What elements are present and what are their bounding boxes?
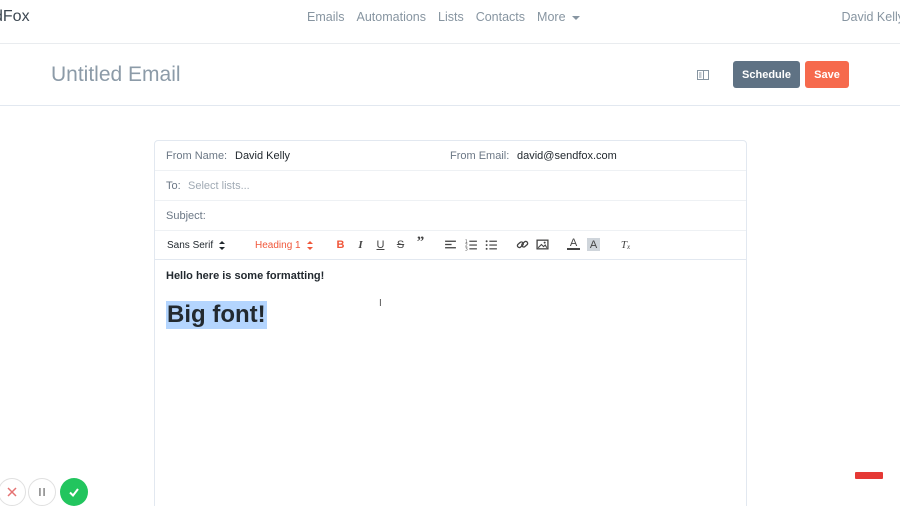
heading-select[interactable]: Heading 1: [255, 240, 313, 251]
image-icon[interactable]: [536, 238, 549, 251]
bullet-list-icon[interactable]: [485, 238, 498, 251]
editor-heading-selected: Big font!: [166, 301, 267, 329]
select-arrows-icon: [219, 241, 226, 250]
font-select[interactable]: Sans Serif: [167, 240, 226, 251]
subject-input[interactable]: [215, 210, 735, 224]
pause-button[interactable]: [28, 478, 56, 506]
email-body-editor[interactable]: Hello here is some formatting! Big font!…: [155, 261, 746, 506]
italic-icon[interactable]: I: [354, 238, 367, 251]
page-title[interactable]: Untitled Email: [51, 63, 181, 87]
from-name-label: From Name:: [166, 150, 228, 162]
bold-icon[interactable]: B: [334, 238, 347, 251]
page-header: Untitled Email Schedule Save: [0, 44, 900, 106]
from-email-field[interactable]: david@sendfox.com: [517, 150, 617, 162]
user-menu[interactable]: David Kelly: [841, 10, 900, 24]
preview-icon[interactable]: [697, 70, 709, 80]
text-color-icon[interactable]: A: [567, 237, 580, 250]
subscribe-badge-icon[interactable]: [855, 472, 883, 479]
clear-format-icon[interactable]: Tx: [619, 238, 632, 252]
from-name-field[interactable]: David Kelly: [235, 150, 290, 162]
confirm-button[interactable]: [60, 478, 88, 506]
nav-link-automations[interactable]: Automations: [357, 10, 426, 24]
svg-text:3: 3: [465, 246, 468, 251]
save-button[interactable]: Save: [805, 61, 849, 88]
chevron-down-icon: [571, 15, 580, 20]
to-lists-select[interactable]: Select lists...: [188, 180, 250, 192]
top-nav: dFox Emails Automations Lists Contacts M…: [0, 0, 900, 44]
nav-link-lists[interactable]: Lists: [438, 10, 464, 24]
nav-more-dropdown[interactable]: More: [537, 10, 591, 24]
email-form: From Name: David Kelly From Email: david…: [154, 140, 747, 506]
ordered-list-icon[interactable]: 1 2 3: [465, 238, 478, 251]
check-icon: [69, 488, 79, 498]
pause-icon: [39, 488, 45, 496]
from-row: From Name: David Kelly From Email: david…: [155, 141, 746, 171]
heading-select-label: Heading 1: [255, 240, 301, 251]
underline-icon[interactable]: U: [374, 238, 387, 251]
text-cursor-icon: I: [379, 298, 382, 309]
nav-more-label: More: [537, 10, 566, 24]
editor-toolbar: Sans Serif Heading 1 B I U S ” 1 2 3 A A…: [155, 230, 746, 260]
select-arrows-icon: [306, 241, 313, 250]
subject-label: Subject:: [166, 210, 206, 222]
blockquote-icon[interactable]: ”: [414, 234, 427, 250]
to-row: To: Select lists...: [155, 171, 746, 201]
link-icon[interactable]: [516, 238, 529, 251]
font-select-label: Sans Serif: [167, 240, 214, 251]
from-email-label: From Email:: [450, 150, 510, 162]
strikethrough-icon[interactable]: S: [394, 238, 407, 251]
subject-row: Subject:: [155, 201, 746, 231]
schedule-button[interactable]: Schedule: [733, 61, 800, 88]
close-icon: [7, 487, 17, 497]
brand-logo[interactable]: dFox: [0, 8, 30, 26]
align-left-icon[interactable]: [444, 238, 457, 251]
background-color-icon[interactable]: A: [587, 238, 600, 251]
nav-link-emails[interactable]: Emails: [307, 10, 345, 24]
to-label: To:: [166, 180, 181, 192]
editor-paragraph: Hello here is some formatting!: [166, 270, 325, 282]
nav-links: Emails Automations Lists Contacts More: [307, 10, 604, 24]
close-button[interactable]: [0, 478, 26, 506]
nav-link-contacts[interactable]: Contacts: [476, 10, 525, 24]
